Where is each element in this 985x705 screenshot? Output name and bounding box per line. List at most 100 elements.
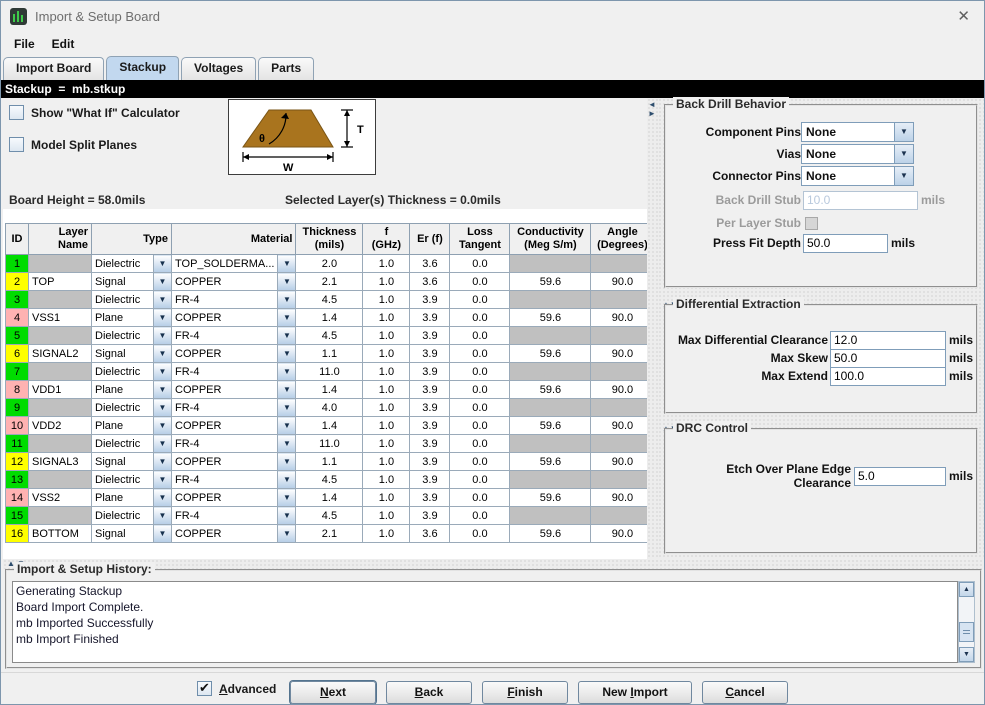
cell-frequency[interactable]: 1.0 bbox=[363, 381, 410, 399]
row-id-cell[interactable]: 4 bbox=[6, 309, 29, 327]
cell-material[interactable]: COPPER bbox=[172, 381, 278, 399]
cell-conductivity[interactable]: 59.6 bbox=[510, 273, 591, 291]
row-id-cell[interactable]: 9 bbox=[6, 399, 29, 417]
cell-thickness[interactable]: 4.5 bbox=[296, 507, 363, 525]
row-id-cell[interactable]: 8 bbox=[6, 381, 29, 399]
component-pins-dropdown[interactable]: None ▼ bbox=[801, 122, 914, 142]
cell-loss-tangent[interactable]: 0.0 bbox=[450, 525, 510, 543]
tab-parts[interactable]: Parts bbox=[258, 57, 314, 80]
cell-loss-tangent[interactable]: 0.0 bbox=[450, 489, 510, 507]
cell-loss-tangent[interactable]: 0.0 bbox=[450, 345, 510, 363]
checkbox-box[interactable] bbox=[197, 681, 212, 696]
cell-angle[interactable]: 90.0 bbox=[591, 273, 654, 291]
cell-er[interactable]: 3.9 bbox=[410, 489, 450, 507]
type-dropdown-arrow-icon[interactable]: ▼ bbox=[154, 471, 172, 489]
cell-er[interactable]: 3.9 bbox=[410, 507, 450, 525]
cell-loss-tangent[interactable]: 0.0 bbox=[450, 363, 510, 381]
cell-frequency[interactable]: 1.0 bbox=[363, 525, 410, 543]
cell-er[interactable]: 3.6 bbox=[410, 525, 450, 543]
row-id-cell[interactable]: 2 bbox=[6, 273, 29, 291]
max-diff-clearance-field[interactable] bbox=[830, 331, 946, 350]
cell-frequency[interactable]: 1.0 bbox=[363, 399, 410, 417]
type-dropdown-arrow-icon[interactable]: ▼ bbox=[154, 489, 172, 507]
row-id-cell[interactable]: 12 bbox=[6, 453, 29, 471]
cell-type[interactable]: Dielectric bbox=[92, 399, 154, 417]
cell-layer-name[interactable]: VSS2 bbox=[29, 489, 92, 507]
chevron-down-icon[interactable]: ▼ bbox=[894, 166, 914, 186]
material-dropdown-arrow-icon[interactable]: ▼ bbox=[278, 525, 296, 543]
material-dropdown-arrow-icon[interactable]: ▼ bbox=[278, 435, 296, 453]
cell-conductivity[interactable]: 59.6 bbox=[510, 453, 591, 471]
cell-loss-tangent[interactable]: 0.0 bbox=[450, 471, 510, 489]
row-id-cell[interactable]: 15 bbox=[6, 507, 29, 525]
cell-er[interactable]: 3.6 bbox=[410, 255, 450, 273]
chevron-down-icon[interactable]: ▼ bbox=[894, 122, 914, 142]
cell-angle[interactable]: 90.0 bbox=[591, 309, 654, 327]
cell-type[interactable]: Dielectric bbox=[92, 327, 154, 345]
cell-loss-tangent[interactable]: 0.0 bbox=[450, 435, 510, 453]
material-dropdown-arrow-icon[interactable]: ▼ bbox=[278, 417, 296, 435]
material-dropdown-arrow-icon[interactable]: ▼ bbox=[278, 471, 296, 489]
cell-frequency[interactable]: 1.0 bbox=[363, 435, 410, 453]
cell-conductivity[interactable]: 59.6 bbox=[510, 381, 591, 399]
cell-thickness[interactable]: 4.5 bbox=[296, 471, 363, 489]
cell-type[interactable]: Signal bbox=[92, 345, 154, 363]
history-list[interactable]: Generating StackupBoard Import Complete.… bbox=[12, 581, 958, 663]
cell-frequency[interactable]: 1.0 bbox=[363, 273, 410, 291]
cell-material[interactable]: FR-4 bbox=[172, 507, 278, 525]
cell-frequency[interactable]: 1.0 bbox=[363, 363, 410, 381]
cell-type[interactable]: Plane bbox=[92, 489, 154, 507]
row-id-cell[interactable]: 5 bbox=[6, 327, 29, 345]
next-button[interactable]: Next bbox=[290, 681, 376, 704]
cell-material[interactable]: FR-4 bbox=[172, 291, 278, 309]
cell-loss-tangent[interactable]: 0.0 bbox=[450, 309, 510, 327]
cell-thickness[interactable]: 11.0 bbox=[296, 435, 363, 453]
type-dropdown-arrow-icon[interactable]: ▼ bbox=[154, 399, 172, 417]
chevron-down-icon[interactable]: ▼ bbox=[894, 144, 914, 164]
cell-er[interactable]: 3.9 bbox=[410, 399, 450, 417]
cell-er[interactable]: 3.9 bbox=[410, 453, 450, 471]
row-id-cell[interactable]: 6 bbox=[6, 345, 29, 363]
cell-material[interactable]: COPPER bbox=[172, 345, 278, 363]
cell-er[interactable]: 3.9 bbox=[410, 417, 450, 435]
cell-thickness[interactable]: 1.4 bbox=[296, 417, 363, 435]
material-dropdown-arrow-icon[interactable]: ▼ bbox=[278, 489, 296, 507]
cell-er[interactable]: 3.9 bbox=[410, 291, 450, 309]
cell-frequency[interactable]: 1.0 bbox=[363, 453, 410, 471]
row-id-cell[interactable]: 16 bbox=[6, 525, 29, 543]
cell-thickness[interactable]: 4.5 bbox=[296, 291, 363, 309]
etch-clearance-field[interactable] bbox=[854, 467, 946, 486]
cell-conductivity[interactable]: 59.6 bbox=[510, 309, 591, 327]
cell-loss-tangent[interactable]: 0.0 bbox=[450, 507, 510, 525]
cell-material[interactable]: COPPER bbox=[172, 525, 278, 543]
cell-thickness[interactable]: 1.4 bbox=[296, 309, 363, 327]
cell-loss-tangent[interactable]: 0.0 bbox=[450, 453, 510, 471]
close-icon[interactable]: ✕ bbox=[957, 7, 970, 25]
tab-import-board[interactable]: Import Board bbox=[3, 57, 104, 80]
cell-type[interactable]: Signal bbox=[92, 525, 154, 543]
cell-thickness[interactable]: 1.1 bbox=[296, 453, 363, 471]
row-id-cell[interactable]: 3 bbox=[6, 291, 29, 309]
collapse-right-icon[interactable]: ► bbox=[648, 110, 656, 118]
cell-thickness[interactable]: 2.1 bbox=[296, 525, 363, 543]
material-dropdown-arrow-icon[interactable]: ▼ bbox=[278, 273, 296, 291]
cell-material[interactable]: FR-4 bbox=[172, 363, 278, 381]
cell-material[interactable]: FR-4 bbox=[172, 435, 278, 453]
cell-thickness[interactable]: 4.0 bbox=[296, 399, 363, 417]
cell-angle[interactable]: 90.0 bbox=[591, 453, 654, 471]
cell-type[interactable]: Signal bbox=[92, 273, 154, 291]
cell-type[interactable]: Plane bbox=[92, 417, 154, 435]
cell-thickness[interactable]: 1.1 bbox=[296, 345, 363, 363]
cell-loss-tangent[interactable]: 0.0 bbox=[450, 327, 510, 345]
cell-er[interactable]: 3.9 bbox=[410, 327, 450, 345]
cell-thickness[interactable]: 11.0 bbox=[296, 363, 363, 381]
cell-loss-tangent[interactable]: 0.0 bbox=[450, 417, 510, 435]
type-dropdown-arrow-icon[interactable]: ▼ bbox=[154, 291, 172, 309]
cell-type[interactable]: Plane bbox=[92, 381, 154, 399]
scrollbar-thumb[interactable] bbox=[959, 622, 974, 642]
cell-loss-tangent[interactable]: 0.0 bbox=[450, 381, 510, 399]
menu-file[interactable]: File bbox=[10, 35, 39, 53]
type-dropdown-arrow-icon[interactable]: ▼ bbox=[154, 363, 172, 381]
vias-dropdown[interactable]: None ▼ bbox=[801, 144, 914, 164]
back-button[interactable]: Back bbox=[386, 681, 472, 704]
